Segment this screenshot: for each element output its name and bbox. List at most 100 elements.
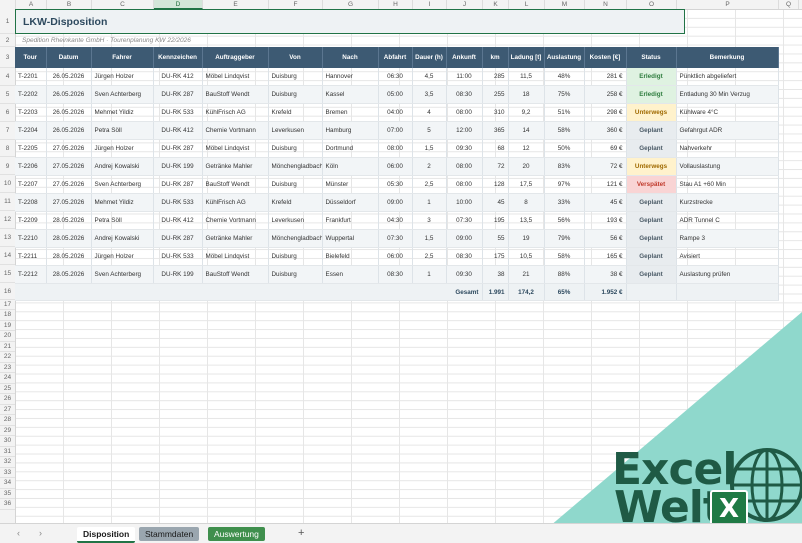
table-cell[interactable]: 08:30 xyxy=(378,265,413,285)
table-cell[interactable]: 07:30 xyxy=(446,211,483,231)
select-all-corner[interactable] xyxy=(0,0,16,9)
table-cell[interactable]: Köln xyxy=(322,157,379,177)
table-cell[interactable]: 83% xyxy=(544,157,585,177)
table-cell[interactable]: 19 xyxy=(508,229,545,249)
table-cell[interactable]: Hannover xyxy=(322,68,379,87)
table-cell[interactable]: KühlFrisch AG xyxy=(202,103,269,123)
column-header[interactable]: B xyxy=(47,0,92,9)
table-cell[interactable]: 17,5 xyxy=(508,175,545,195)
table-cell[interactable]: Wuppertal xyxy=(322,229,379,249)
table-cell[interactable]: 26.05.2026 xyxy=(46,103,92,123)
table-cell[interactable]: 08:30 xyxy=(446,85,483,105)
table-cell[interactable]: 68 xyxy=(482,139,509,159)
table-cell[interactable]: 27.05.2026 xyxy=(46,139,92,159)
row-header[interactable]: 18 xyxy=(0,310,15,321)
row-header[interactable]: 19 xyxy=(0,321,15,332)
row-header[interactable]: 24 xyxy=(0,373,15,384)
table-cell[interactable]: Essen xyxy=(322,265,379,285)
column-header[interactable]: E xyxy=(203,0,269,9)
table-cell[interactable]: T-2203 xyxy=(15,103,47,123)
row-header[interactable]: 4 xyxy=(0,68,15,86)
table-cell[interactable]: 88% xyxy=(544,265,585,285)
table-cell[interactable]: T-2205 xyxy=(15,139,47,159)
column-title[interactable]: Datum xyxy=(46,47,92,68)
status-cell[interactable]: Erledigt xyxy=(626,68,677,87)
table-cell[interactable]: Kühlware 4°C xyxy=(676,103,779,123)
table-cell[interactable]: BauStoff Wendt xyxy=(202,175,269,195)
table-cell[interactable]: Leverkusen xyxy=(268,211,323,231)
total-cell[interactable]: Gesamt xyxy=(15,283,483,302)
table-cell[interactable]: Entladung 30 Min Verzug xyxy=(676,85,779,105)
table-cell[interactable]: 09:30 xyxy=(446,139,483,159)
table-cell[interactable]: 18 xyxy=(508,85,545,105)
column-header[interactable]: N xyxy=(585,0,627,9)
table-cell[interactable]: 255 xyxy=(482,85,509,105)
table-cell[interactable]: 45 xyxy=(482,193,509,213)
table-cell[interactable]: 11:00 xyxy=(446,68,483,87)
column-title[interactable]: Ladung [t] xyxy=(508,47,545,68)
table-cell[interactable]: 20 xyxy=(508,157,545,177)
table-cell[interactable]: DU-RK 287 xyxy=(153,139,203,159)
column-header[interactable]: O xyxy=(627,0,677,9)
table-cell[interactable]: Rampe 3 xyxy=(676,229,779,249)
table-cell[interactable]: 3 xyxy=(412,211,447,231)
column-header[interactable]: K xyxy=(483,0,509,9)
table-cell[interactable]: 9,2 xyxy=(508,103,545,123)
table-cell[interactable]: 55 xyxy=(482,229,509,249)
table-cell[interactable]: DU-RK 199 xyxy=(153,157,203,177)
table-cell[interactable]: 56 € xyxy=(584,229,627,249)
table-cell[interactable]: 28.05.2026 xyxy=(46,265,92,285)
table-cell[interactable]: 2,5 xyxy=(412,247,447,267)
column-title[interactable]: Fahrer xyxy=(91,47,154,68)
table-cell[interactable]: 285 xyxy=(482,68,509,87)
table-cell[interactable]: DU-RK 412 xyxy=(153,68,203,87)
table-cell[interactable]: 3,5 xyxy=(412,85,447,105)
table-cell[interactable]: 21 xyxy=(508,265,545,285)
table-cell[interactable]: Jürgen Holzer xyxy=(91,68,154,87)
table-cell[interactable]: Chemie Vortmann xyxy=(202,211,269,231)
table-cell[interactable]: 07:00 xyxy=(378,121,413,141)
table-cell[interactable]: 365 xyxy=(482,121,509,141)
row-header[interactable]: 21 xyxy=(0,342,15,353)
column-title[interactable]: Dauer (h) xyxy=(412,47,447,68)
table-cell[interactable]: DU-RK 287 xyxy=(153,85,203,105)
status-cell[interactable]: Verspätet xyxy=(626,175,677,195)
row-header[interactable]: 9 xyxy=(0,158,15,176)
table-cell[interactable]: KühlFrisch AG xyxy=(202,193,269,213)
empty-cell[interactable] xyxy=(676,283,779,302)
table-cell[interactable]: ADR Tunnel C xyxy=(676,211,779,231)
table-cell[interactable]: T-2208 xyxy=(15,193,47,213)
column-header[interactable]: D xyxy=(154,0,203,9)
table-cell[interactable]: 14 xyxy=(508,121,545,141)
table-cell[interactable]: Krefeld xyxy=(268,193,323,213)
table-cell[interactable]: DU-RK 412 xyxy=(153,121,203,141)
table-cell[interactable]: 56% xyxy=(544,211,585,231)
table-cell[interactable]: 26.05.2026 xyxy=(46,85,92,105)
table-cell[interactable]: DU-RK 199 xyxy=(153,265,203,285)
table-cell[interactable]: 08:30 xyxy=(446,247,483,267)
table-cell[interactable]: 258 € xyxy=(584,85,627,105)
table-cell[interactable]: Mehmet Yildiz xyxy=(91,193,154,213)
table-cell[interactable]: 121 € xyxy=(584,175,627,195)
table-cell[interactable]: Hamburg xyxy=(322,121,379,141)
table-cell[interactable]: Jürgen Holzer xyxy=(91,247,154,267)
row-header[interactable]: 7 xyxy=(0,122,15,140)
table-cell[interactable]: Gefahrgut ADR xyxy=(676,121,779,141)
column-title[interactable]: Tour xyxy=(15,47,47,68)
table-cell[interactable]: DU-RK 533 xyxy=(153,247,203,267)
table-cell[interactable]: 27.05.2026 xyxy=(46,175,92,195)
column-header[interactable]: H xyxy=(379,0,413,9)
table-cell[interactable]: Leverkusen xyxy=(268,121,323,141)
column-title[interactable]: Auftraggeber xyxy=(202,47,269,68)
column-header[interactable]: G xyxy=(323,0,379,9)
table-cell[interactable]: 08:00 xyxy=(446,175,483,195)
table-cell[interactable]: Frankfurt xyxy=(322,211,379,231)
column-header[interactable]: P xyxy=(677,0,779,9)
table-cell[interactable]: 165 € xyxy=(584,247,627,267)
table-cell[interactable]: 4,5 xyxy=(412,68,447,87)
column-header[interactable]: L xyxy=(509,0,545,9)
table-cell[interactable]: 09:30 xyxy=(446,265,483,285)
table-cell[interactable]: 58% xyxy=(544,121,585,141)
table-cell[interactable]: 08:00 xyxy=(378,139,413,159)
column-header[interactable]: F xyxy=(269,0,323,9)
